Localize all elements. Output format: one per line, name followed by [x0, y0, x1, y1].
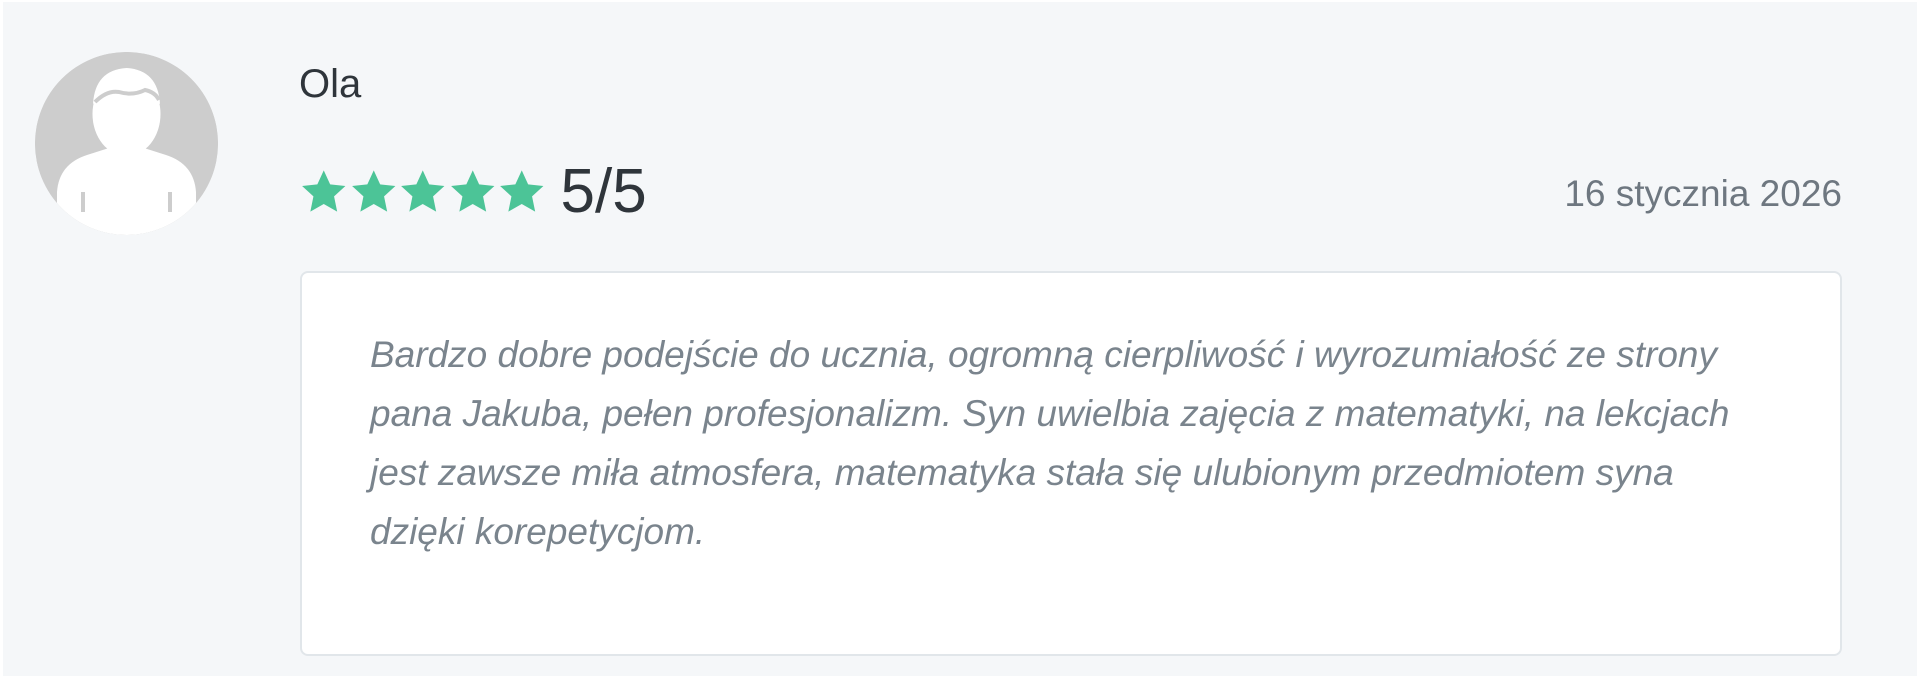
- review-date: 16 stycznia 2026: [1564, 173, 1842, 214]
- rating-row: 5/5: [299, 157, 647, 226]
- star-icon: [302, 170, 346, 212]
- star-rating: [299, 165, 547, 219]
- avatar: [35, 52, 218, 235]
- star-icon: [500, 170, 544, 212]
- rating-value: 5/5: [560, 157, 647, 226]
- review-body: Bardzo dobre podejście do ucznia, ogromn…: [300, 271, 1842, 656]
- review-card: Ola 5/5 16 stycznia 2026 Bardzo dobre po…: [3, 2, 1917, 676]
- reviewer-name: Ola: [299, 62, 362, 106]
- star-icon: [351, 170, 395, 212]
- star-icon: [401, 170, 445, 212]
- review-text: Bardzo dobre podejście do ucznia, ogromn…: [370, 334, 1730, 552]
- star-icon: [450, 170, 494, 212]
- user-silhouette-icon: [35, 52, 218, 235]
